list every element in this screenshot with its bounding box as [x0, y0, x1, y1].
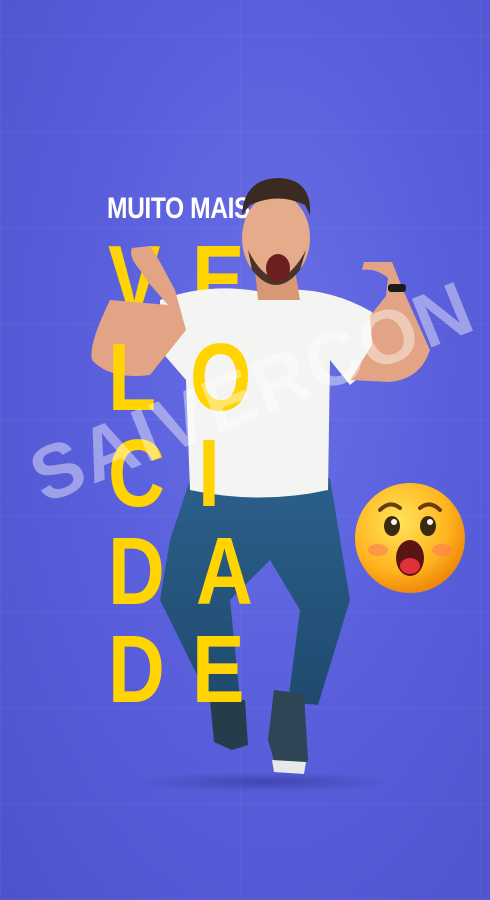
headline-letter: D [108, 616, 165, 723]
headline-letter: A [196, 518, 253, 625]
surprised-face-emoji [355, 483, 465, 593]
headline-letter: E [192, 616, 245, 723]
headline-letter: D [108, 518, 165, 625]
promo-poster: MUITO MAIS V E L O C I D A D E SAIVERCON [0, 0, 490, 900]
